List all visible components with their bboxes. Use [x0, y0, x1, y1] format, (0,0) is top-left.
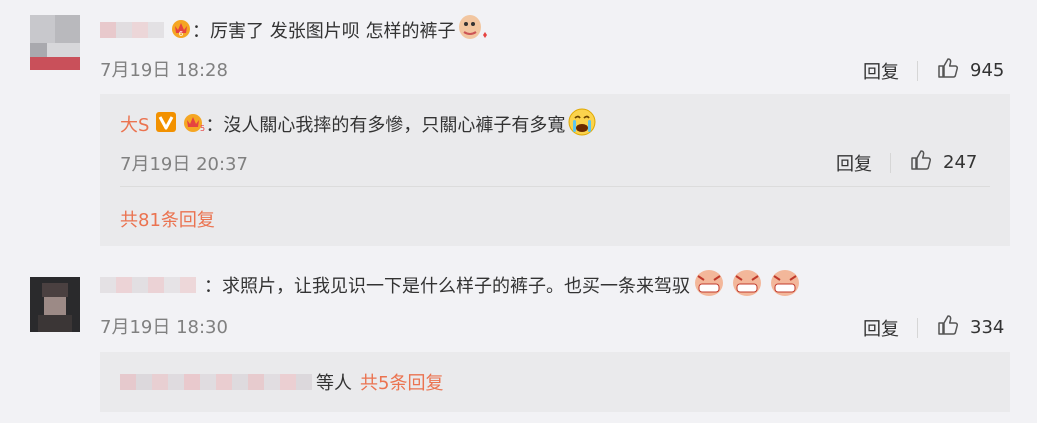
vip-crown-icon[interactable]: 6 [170, 17, 192, 44]
divider [917, 317, 918, 338]
avatar[interactable] [30, 15, 80, 70]
vip-crown-icon[interactable]: 5 [181, 111, 206, 138]
crying-face-icon [567, 107, 597, 142]
more-replies-link[interactable]: 共5条回复 [360, 369, 443, 395]
thumb-up-icon[interactable] [936, 56, 960, 85]
comment-text: ：厉害了 发张图片呗 怎样的裤子 [192, 21, 456, 42]
comment-line: 6 ：厉害了 发张图片呗 怎样的裤子 [100, 13, 489, 48]
reply-box: 等人 共5条回复 [100, 352, 1010, 412]
reply-text: ：沒人關心我摔的有多慘，只關心褲子有多寬 [205, 115, 566, 136]
blurred-username[interactable] [100, 22, 164, 38]
like-count: 945 [970, 60, 1005, 81]
avatar[interactable] [30, 277, 80, 332]
comment-time: 7月19日 18:28 [100, 60, 228, 81]
comment-text: ：求照片，让我见识一下是什么样子的裤子。也买一条来驾驭 [204, 276, 690, 297]
like-count: 334 [970, 317, 1005, 338]
sticker-icon [728, 268, 766, 303]
reply-author[interactable]: 大S [120, 111, 149, 137]
reply-button[interactable]: 回复 [836, 150, 872, 176]
comment-line: ：求照片，让我见识一下是什么样子的裤子。也买一条来驾驭 [100, 268, 804, 303]
like-count: 247 [943, 152, 978, 173]
verified-v-icon[interactable] [155, 111, 177, 138]
blurred-usernames[interactable] [120, 374, 312, 390]
divider [890, 152, 891, 173]
divider [917, 60, 918, 81]
thumb-up-icon[interactable] [909, 148, 933, 177]
sticker-icon [455, 13, 489, 48]
reply-button[interactable]: 回复 [863, 58, 899, 84]
more-replies-link[interactable]: 共81条回复 [120, 206, 215, 232]
comment-time: 7月19日 18:30 [100, 317, 228, 338]
reply-button[interactable]: 回复 [863, 315, 899, 341]
reply-actions: 回复 247 [836, 148, 977, 177]
blurred-username[interactable] [100, 277, 196, 293]
comment-actions: 回复 334 [863, 313, 1004, 342]
divider [120, 186, 990, 187]
sticker-icon [690, 268, 728, 303]
svg-text:6: 6 [179, 30, 184, 38]
others-label: 等人 [316, 373, 352, 394]
sticker-icon [766, 268, 804, 303]
reply-box: 大S 5 ：沒人關心我摔的有多慘，只關心褲子有多寬 7月19日 20:37 回复… [100, 94, 1010, 246]
thumb-up-icon[interactable] [936, 313, 960, 342]
comment-actions: 回复 945 [863, 56, 1004, 85]
reply-time: 7月19日 20:37 [120, 154, 248, 175]
